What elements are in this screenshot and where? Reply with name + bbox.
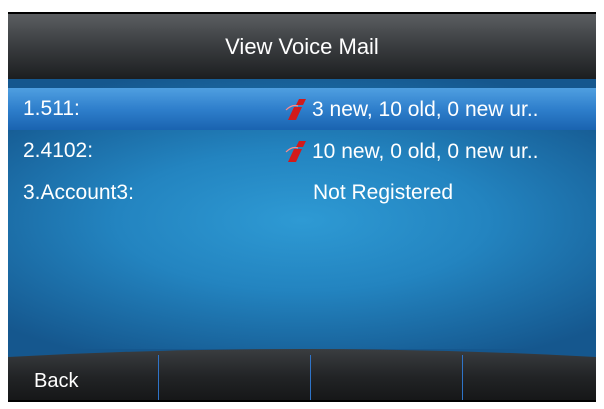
account-status-text: 3 new, 10 old, 0 new ur.. — [312, 98, 539, 121]
back-button[interactable]: Back — [8, 349, 158, 400]
account-status: 3 new, 10 old, 0 new ur.. — [282, 97, 539, 123]
voicemail-account-row-2[interactable]: 2.4102: 10 new, 0 old, 0 new ur.. — [8, 130, 596, 172]
account-status: 10 new, 0 old, 0 new ur.. — [282, 139, 539, 165]
softkey-divider — [462, 355, 463, 400]
account-label: 1.511: — [23, 97, 80, 120]
phone-screen: View Voice Mail 1.511: 3 new, 10 old, 0 … — [8, 12, 596, 402]
voicemail-account-row-1[interactable]: 1.511: 3 new, 10 old, 0 new ur.. — [8, 88, 596, 130]
softkey-2[interactable] — [160, 349, 310, 400]
softkey-divider — [158, 355, 159, 400]
account-status-text: Not Registered — [313, 181, 454, 204]
account-status-text: 10 new, 0 old, 0 new ur.. — [312, 140, 539, 163]
softkey-divider — [310, 355, 311, 400]
voicemail-account-row-3[interactable]: 3.Account3: Not Registered — [8, 172, 596, 214]
softkey-3[interactable] — [312, 349, 462, 400]
softkey-bar: Back — [8, 349, 596, 400]
info-icon — [285, 141, 306, 162]
softkey-4[interactable] — [464, 349, 596, 400]
account-label: 2.4102: — [23, 139, 94, 162]
info-icon — [285, 99, 306, 120]
title-bar: View Voice Mail — [8, 14, 596, 79]
page-title: View Voice Mail — [225, 33, 379, 59]
account-label: 3.Account3: — [23, 181, 134, 204]
voicemail-list: 1.511: 3 new, 10 old, 0 new ur.. 2.4102:… — [8, 79, 596, 362]
